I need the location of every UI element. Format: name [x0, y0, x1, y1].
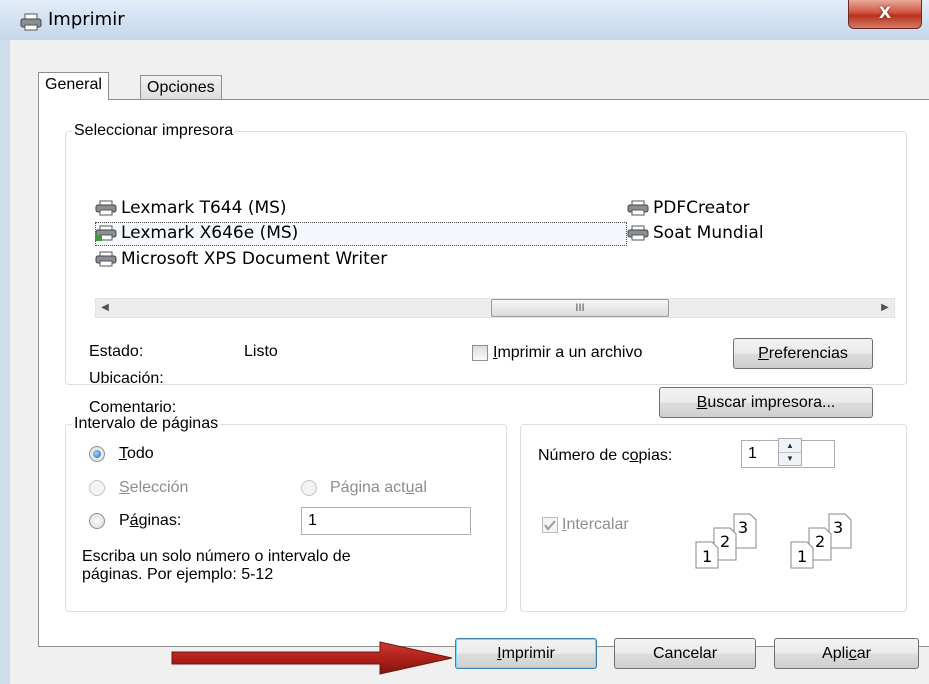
status-value: Listo: [244, 343, 278, 360]
close-button[interactable]: X: [848, 0, 922, 29]
print-to-file-checkbox[interactable]: [472, 345, 488, 361]
copies-spinner[interactable]: ▲ ▼: [778, 438, 802, 466]
all-pages-label[interactable]: Todo: [119, 444, 154, 464]
scrollbar-thumb[interactable]: III: [491, 299, 669, 317]
printer-name: Lexmark T644 (MS): [121, 198, 287, 218]
selection-radio[interactable]: [89, 480, 105, 496]
select-printer-legend: Seleccionar impresora: [72, 121, 236, 141]
pages-radio[interactable]: [89, 513, 105, 529]
annotation-arrow-icon: [171, 641, 453, 675]
pages-label[interactable]: Páginas:: [119, 511, 181, 531]
printer-icon: [627, 200, 649, 216]
status-label: Estado:: [89, 343, 144, 360]
checkmark-icon: [544, 520, 556, 531]
cancel-button[interactable]: Cancelar: [614, 638, 756, 669]
collate-label: Intercalar: [562, 516, 629, 533]
page-number-3: 3: [833, 518, 844, 537]
printer-list-scrollbar[interactable]: ◀ III ▶: [95, 298, 895, 318]
window-title: Imprimir: [48, 9, 125, 30]
current-page-label: Página actual: [330, 479, 427, 496]
tab-options[interactable]: Opciones: [140, 75, 222, 100]
location-label: Ubicación:: [89, 370, 164, 387]
copies-label: Número de copias:: [538, 447, 673, 464]
collate-illustration: 1 2 3: [694, 512, 784, 575]
page-number-3: 3: [738, 518, 749, 537]
all-pages-radio[interactable]: [89, 446, 105, 462]
page-number-1: 1: [702, 547, 713, 566]
printer-name: Soat Mundial: [653, 223, 764, 243]
page-number-2: 2: [720, 532, 731, 551]
printer-name: Lexmark X646e (MS): [121, 223, 299, 243]
printer-icon: [627, 225, 649, 241]
printer-name: PDFCreator: [653, 198, 750, 218]
print-to-file-label[interactable]: Imprimir a un archivo: [493, 343, 642, 363]
selection-label: Selección: [119, 479, 189, 496]
scroll-left-icon[interactable]: ◀: [96, 299, 114, 317]
apply-button[interactable]: Aplicar: [774, 638, 919, 669]
general-tab-panel: Seleccionar impresora Lexmark T644 (MS) …: [38, 99, 929, 647]
printer-item-selected[interactable]: Lexmark X646e (MS): [95, 222, 395, 244]
page-number-1: 1: [797, 547, 808, 566]
collate-checkbox[interactable]: [542, 517, 558, 533]
spin-up-icon[interactable]: ▲: [779, 439, 801, 453]
printer-item[interactable]: Soat Mundial: [627, 222, 827, 244]
preferences-button[interactable]: Preferencias: [733, 338, 873, 369]
printer-item[interactable]: PDFCreator: [627, 197, 827, 219]
printer-name: Microsoft XPS Document Writer: [121, 249, 388, 269]
printer-icon: [95, 251, 117, 267]
printer-icon: [95, 200, 117, 216]
printer-icon: [20, 13, 42, 31]
scroll-right-icon[interactable]: ▶: [876, 299, 894, 317]
printer-item[interactable]: Microsoft XPS Document Writer: [95, 248, 475, 270]
pages-input[interactable]: 1: [301, 507, 471, 535]
tab-general[interactable]: General: [38, 72, 109, 100]
collate-illustration: 1 2 3: [789, 512, 879, 575]
print-dialog-window: Imprimir X General Opciones Seleccionar …: [0, 0, 929, 684]
page-range-legend: Intervalo de páginas: [72, 414, 221, 434]
dialog-body: General Opciones Seleccionar impresora L…: [10, 40, 929, 684]
current-page-radio[interactable]: [301, 480, 317, 496]
network-printer-icon: [95, 225, 117, 241]
page-range-hint-line1: Escriba un solo número o intervalo de: [82, 548, 351, 565]
print-button[interactable]: Imprimir: [455, 638, 597, 669]
printer-item[interactable]: Lexmark T644 (MS): [95, 197, 395, 219]
tab-general-label: General: [45, 76, 102, 93]
page-number-2: 2: [815, 532, 826, 551]
page-range-hint-line2: páginas. Por ejemplo: 5-12: [82, 566, 274, 583]
tab-options-label: Opciones: [147, 79, 215, 96]
title-bar[interactable]: Imprimir X: [0, 0, 929, 40]
find-printer-button[interactable]: Buscar impresora...: [659, 387, 873, 418]
spin-down-icon[interactable]: ▼: [779, 452, 801, 465]
